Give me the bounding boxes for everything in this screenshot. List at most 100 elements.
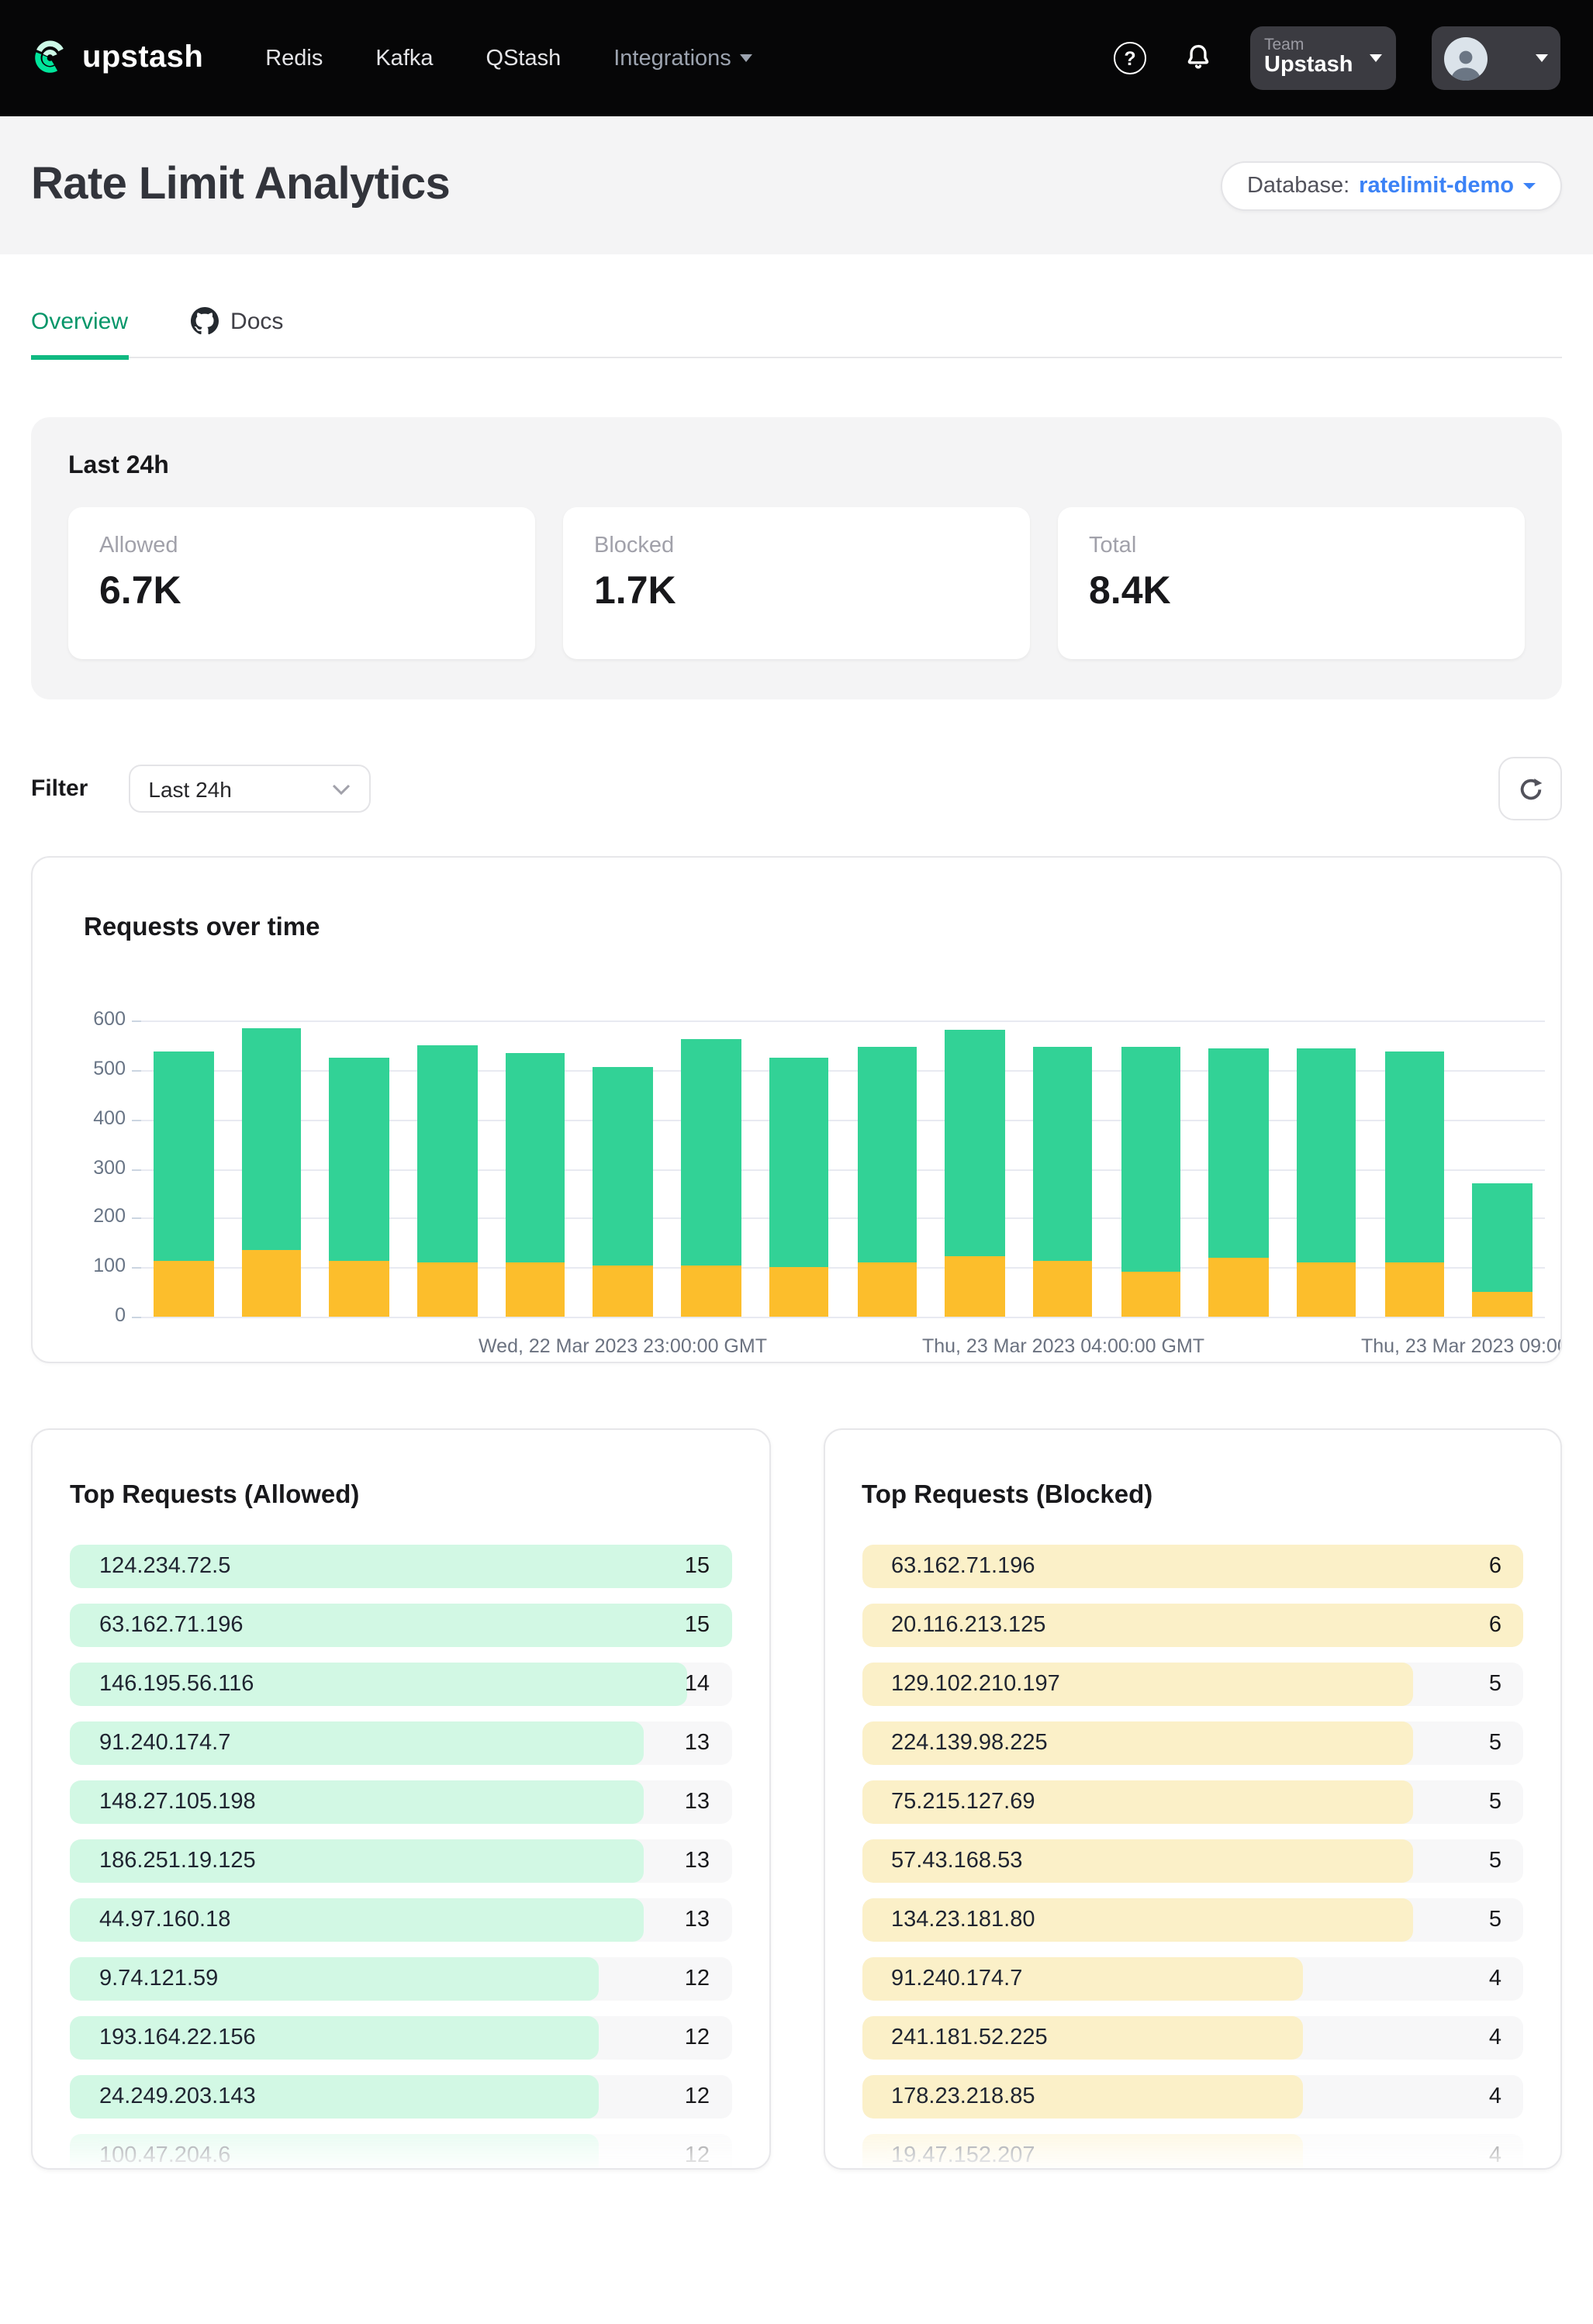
bars [141, 1020, 1545, 1317]
allowed-segment [1209, 1048, 1269, 1258]
bell-icon[interactable] [1182, 42, 1215, 74]
blocked-segment [593, 1266, 653, 1317]
x-tick-label: Thu, 23 Mar 2023 04:00:00 GMT [922, 1335, 1204, 1357]
team-label: Team [1264, 37, 1353, 55]
upstash-swirl-icon [33, 40, 68, 76]
ip-address: 100.47.204.6 [99, 2143, 230, 2168]
allowed-segment [593, 1068, 653, 1266]
ip-address: 129.102.210.197 [891, 1672, 1060, 1697]
allowed-segment [1033, 1047, 1093, 1261]
blocked-segment [330, 1262, 389, 1317]
top-requests-allowed-card: Top Requests (Allowed) 124.234.72.51563.… [31, 1428, 770, 2170]
ip-address: 148.27.105.198 [99, 1790, 256, 1815]
database-name: ratelimit-demo [1359, 173, 1514, 198]
stacked-bar [1297, 1048, 1356, 1317]
filter-label: Filter [31, 775, 88, 802]
list-item: 134.23.181.805 [862, 1898, 1523, 1942]
list-item: 241.181.52.2254 [862, 2016, 1523, 2060]
stats-cards: Allowed6.7KBlocked1.7KTotal8.4K [68, 507, 1525, 659]
allowed-segment [506, 1052, 565, 1262]
database-selector[interactable]: Database: ratelimit-demo [1221, 161, 1562, 210]
nav-link-redis[interactable]: Redis [265, 46, 323, 71]
list-item: 19.47.152.2074 [862, 2134, 1523, 2170]
request-count: 13 [685, 1790, 710, 1815]
stat-card-blocked: Blocked1.7K [563, 507, 1030, 659]
refresh-button[interactable] [1498, 757, 1562, 820]
stacked-bar [1033, 1047, 1093, 1317]
allowed-segment [241, 1029, 301, 1251]
ip-address: 63.162.71.196 [99, 1613, 243, 1638]
help-icon[interactable]: ? [1114, 42, 1146, 74]
y-tick [132, 1218, 141, 1220]
nav-link-integrations[interactable]: Integrations [613, 46, 753, 71]
chart-title: Requests over time [84, 913, 1545, 943]
y-tick-label: 600 [76, 1008, 126, 1030]
page-title: Rate Limit Analytics [31, 160, 450, 211]
request-count: 13 [685, 1731, 710, 1756]
chevron-down-icon [741, 54, 753, 62]
filter-row: Filter Last 24h [31, 757, 1562, 820]
upstash-logo[interactable]: upstash [33, 40, 203, 76]
chevron-down-icon [1523, 182, 1536, 188]
blocked-segment [1209, 1258, 1269, 1317]
tab-overview-label: Overview [31, 308, 128, 334]
allowed-segment [330, 1058, 389, 1261]
allowed-segment [1473, 1183, 1533, 1293]
blocked-segment [506, 1262, 565, 1317]
y-tick-label: 0 [76, 1304, 126, 1326]
allowed-list-rows: 124.234.72.51563.162.71.19615146.195.56.… [70, 1545, 731, 2170]
stat-label: Total [1089, 534, 1494, 558]
tab-overview[interactable]: Overview [31, 307, 128, 360]
allowed-segment [945, 1029, 1004, 1257]
request-count: 12 [685, 2025, 710, 2050]
y-tick [132, 1169, 141, 1170]
blocked-segment [945, 1257, 1004, 1317]
request-count: 12 [685, 2084, 710, 2109]
request-count: 5 [1489, 1672, 1501, 1697]
blocked-segment [1297, 1263, 1356, 1317]
tab-bar: Overview Docs [31, 307, 1562, 358]
list-item: 224.139.98.2255 [862, 1721, 1523, 1765]
list-item: 100.47.204.612 [70, 2134, 731, 2170]
list-item: 186.251.19.12513 [70, 1839, 731, 1883]
stacked-bar [1384, 1052, 1444, 1317]
ip-address: 91.240.174.7 [99, 1731, 230, 1756]
request-count: 5 [1489, 1790, 1501, 1815]
account-menu[interactable] [1432, 26, 1560, 90]
ip-address: 134.23.181.80 [891, 1908, 1035, 1932]
request-count: 4 [1489, 2143, 1501, 2168]
list-item: 193.164.22.15612 [70, 2016, 731, 2060]
y-tick [132, 1317, 141, 1318]
chevron-down-icon [1370, 54, 1382, 62]
team-switcher[interactable]: Team Upstash [1250, 26, 1396, 90]
nav-link-qstash[interactable]: QStash [486, 46, 562, 71]
database-label: Database: [1247, 173, 1349, 198]
request-count: 4 [1489, 2084, 1501, 2109]
stacked-bar [506, 1052, 565, 1317]
stacked-bar [241, 1029, 301, 1317]
nav-link-kafka[interactable]: Kafka [375, 46, 433, 71]
request-count: 14 [685, 1672, 710, 1697]
avatar [1444, 36, 1488, 80]
ip-address: 57.43.168.53 [891, 1849, 1022, 1873]
stat-label: Blocked [594, 534, 999, 558]
time-range-value: Last 24h [148, 776, 231, 801]
stacked-bar [1121, 1047, 1180, 1317]
time-range-select[interactable]: Last 24h [128, 765, 370, 813]
stats-panel: Last 24h Allowed6.7KBlocked1.7KTotal8.4K [31, 417, 1562, 699]
list-item: 63.162.71.1966 [862, 1545, 1523, 1588]
list-item: 63.162.71.196 15 [70, 1604, 731, 1647]
stacked-bar [1209, 1048, 1269, 1317]
y-tick [132, 1267, 141, 1269]
list-item: 129.102.210.197 5 [862, 1663, 1523, 1706]
gridline [141, 1317, 1545, 1318]
tab-docs[interactable]: Docs [190, 307, 283, 360]
chart-plot: 0100200300400500600Wed, 22 Mar 2023 23:0… [141, 1020, 1545, 1363]
stacked-bar [154, 1051, 213, 1317]
blocked-segment [769, 1267, 829, 1317]
blocked-list-rows: 63.162.71.196620.116.213.1256129.102.210… [862, 1545, 1523, 2170]
stat-value: 8.4K [1089, 569, 1494, 614]
allowed-segment [857, 1047, 917, 1262]
list-item: 75.215.127.695 [862, 1780, 1523, 1824]
request-count: 15 [685, 1613, 710, 1638]
